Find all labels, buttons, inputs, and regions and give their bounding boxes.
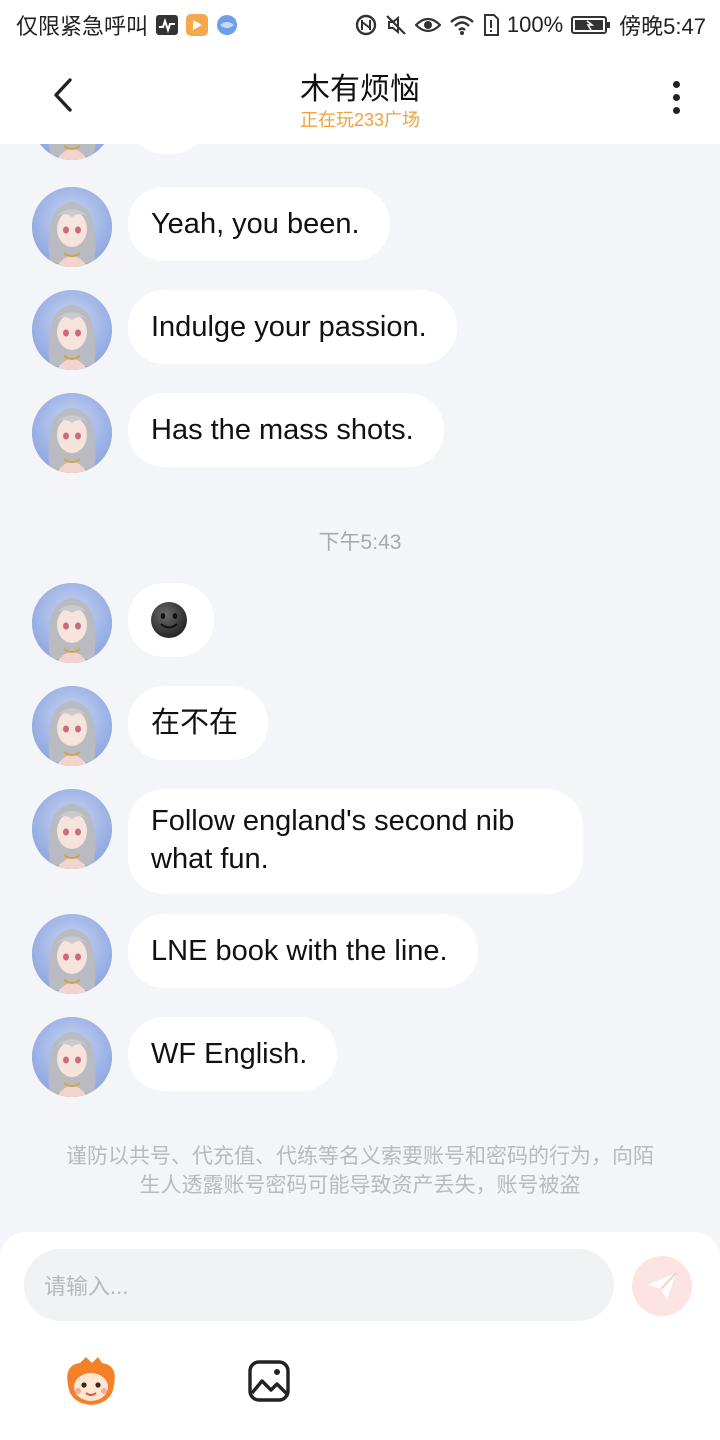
contact-avatar[interactable] xyxy=(32,290,112,370)
contact-avatar[interactable] xyxy=(32,393,112,473)
message-bubble[interactable]: Follow england's second nib what fun. xyxy=(128,789,583,894)
contact-name: 木有烦恼 xyxy=(300,73,420,106)
browser-app-icon xyxy=(216,14,238,36)
contact-avatar[interactable] xyxy=(32,914,112,994)
message-bubble[interactable]: LNE book with the line. xyxy=(128,914,478,988)
message-row: Yeah, you been. xyxy=(32,187,390,267)
sim-icon xyxy=(483,14,499,36)
message-row: Has the mass shots. xyxy=(32,393,444,473)
contact-avatar[interactable] xyxy=(32,583,112,663)
message-bubble[interactable] xyxy=(128,583,214,657)
more-dot xyxy=(672,106,680,114)
input-placeholder: 请输入... xyxy=(44,1274,129,1299)
play-app-icon xyxy=(186,14,209,36)
send-button[interactable] xyxy=(632,1256,692,1316)
status-left: 仅限紧急呼叫 xyxy=(16,9,238,41)
message-text: Follow england's second nib what fun. xyxy=(151,805,515,875)
message-bubble[interactable]: 在不在 xyxy=(128,686,269,760)
message-timestamp: 下午5:43 xyxy=(318,531,402,554)
message-bubble[interactable]: Has the mass shots. xyxy=(128,393,444,467)
contact-avatar[interactable] xyxy=(32,686,112,766)
message-input[interactable]: 请输入... xyxy=(24,1249,614,1321)
eye-icon xyxy=(414,15,441,35)
message-text: Indulge your passion. xyxy=(151,311,427,343)
status-bar: 仅限紧急呼叫 100% 傍晚5:47 xyxy=(0,0,720,50)
status-right: 100% 傍晚5:47 xyxy=(355,9,706,41)
message-text: 在不在 xyxy=(151,707,239,739)
input-panel: 请输入... xyxy=(0,1232,720,1440)
contact-avatar[interactable] xyxy=(32,144,112,160)
message-row: Indulge your passion. xyxy=(32,290,457,370)
status-network-text: 仅限紧急呼叫 xyxy=(16,14,149,39)
image-picker-icon xyxy=(248,1360,290,1402)
contact-status: 正在玩233广场 xyxy=(299,110,421,130)
message-text: Yeah, you been. xyxy=(151,208,360,240)
contact-avatar[interactable] xyxy=(32,789,112,869)
emoji-mascot-icon xyxy=(67,1357,115,1405)
battery-percent: 100% xyxy=(506,12,564,37)
chat-header: 木有烦恼 正在玩233广场 xyxy=(0,50,720,144)
message-row: WF English. xyxy=(32,1017,338,1097)
battery-icon xyxy=(571,15,611,35)
message-bubble[interactable]: Indulge your passion. xyxy=(128,290,457,364)
security-warning: 谨防以共号、代充值、代练等名义索要账号和密码的行为，向陌生人透露账号密码可能导致… xyxy=(66,1145,654,1197)
message-text: Has the mass shots. xyxy=(151,414,414,446)
emoji-mascot-button[interactable] xyxy=(62,1352,120,1410)
more-dot xyxy=(672,93,680,101)
contact-avatar[interactable] xyxy=(32,1017,112,1097)
paper-plane-icon xyxy=(648,1272,677,1300)
chat-messages[interactable]: Yeah, you been. Indulge your passion. Ha… xyxy=(0,144,720,1234)
status-time: 傍晚5:47 xyxy=(619,14,706,39)
message-text: WF English. xyxy=(151,1038,308,1070)
message-row: LNE book with the line. xyxy=(32,914,478,994)
dark-smiley-emoji xyxy=(151,602,187,638)
wifi-icon xyxy=(449,14,475,36)
activity-icon xyxy=(156,15,179,35)
image-picker-button[interactable] xyxy=(240,1352,298,1410)
more-options-button[interactable] xyxy=(656,74,696,120)
message-text: LNE book with the line. xyxy=(151,935,448,967)
nfc-icon xyxy=(355,14,377,36)
message-row xyxy=(32,583,214,663)
mute-icon xyxy=(385,14,407,36)
message-row: 在不在 xyxy=(32,686,269,766)
message-bubble[interactable]: WF English. xyxy=(128,1017,338,1091)
more-vertical-icon xyxy=(672,80,680,88)
message-row xyxy=(32,144,208,160)
message-bubble[interactable] xyxy=(128,144,208,154)
contact-avatar[interactable] xyxy=(32,187,112,267)
message-row: Follow england's second nib what fun. xyxy=(32,789,583,894)
message-bubble[interactable]: Yeah, you been. xyxy=(128,187,390,261)
